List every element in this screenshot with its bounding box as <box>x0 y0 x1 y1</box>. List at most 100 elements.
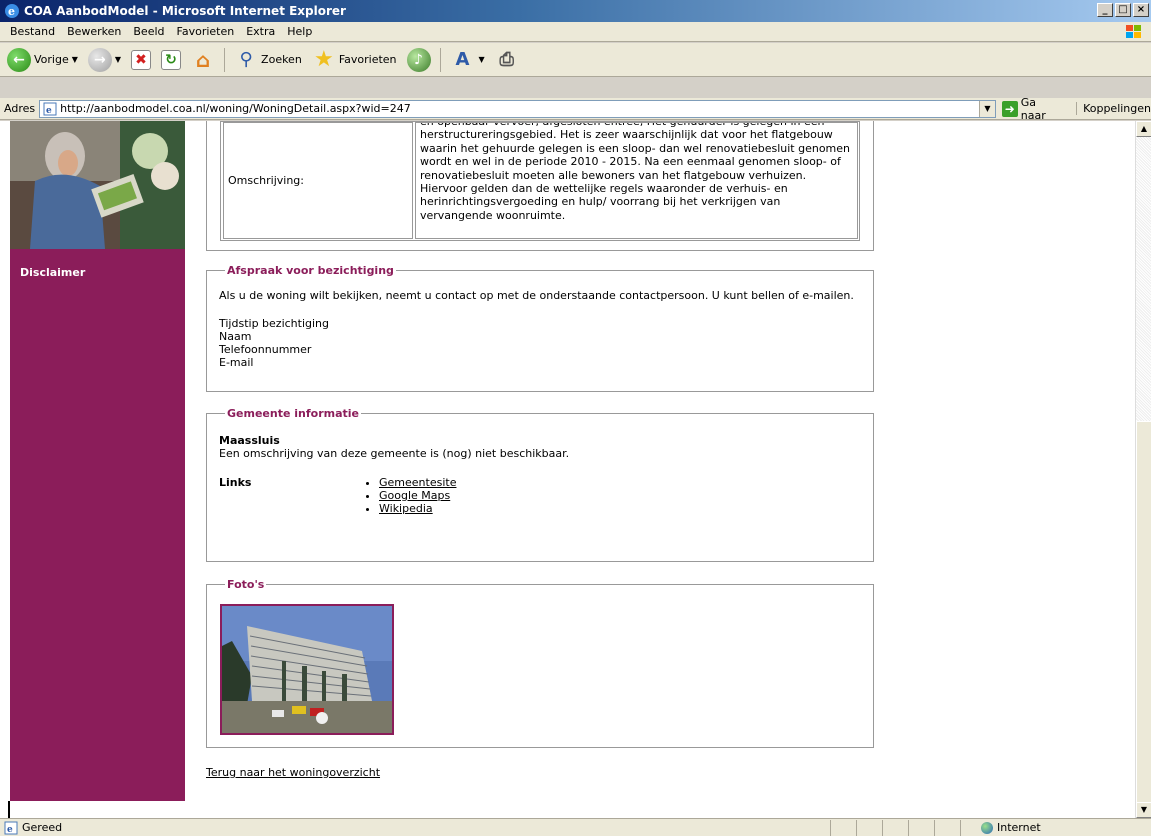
link-wikipedia[interactable]: Wikipedia <box>379 502 433 515</box>
go-button[interactable]: ➜ Ga naar <box>1001 95 1064 122</box>
left-border <box>8 801 10 818</box>
list-item: Wikipedia <box>379 502 861 515</box>
printer-icon: ⎙ <box>499 49 514 70</box>
disclaimer-link[interactable]: Disclaimer <box>20 266 85 279</box>
home-icon: ⌂ <box>195 47 211 72</box>
municipality-section: Gemeente informatie Maassluis Een omschr… <box>206 407 874 562</box>
menu-bestand[interactable]: Bestand <box>4 25 61 38</box>
field-email: E-mail <box>219 356 254 369</box>
chevron-down-icon[interactable]: ▼ <box>479 55 485 64</box>
field-telefoon: Telefoonnummer <box>219 343 312 356</box>
page-viewport: Disclaimer Omschrijving: en openbaar ver… <box>0 121 1151 818</box>
window-title: COA AanbodModel - Microsoft Internet Exp… <box>24 4 346 18</box>
scroll-up-button[interactable]: ▲ <box>1136 121 1151 137</box>
municipality-description: Een omschrijving van deze gemeente is (n… <box>219 447 570 460</box>
address-label: Adres <box>4 102 36 115</box>
stop-icon: ✖ <box>131 49 152 70</box>
menu-help[interactable]: Help <box>281 25 318 38</box>
title-bar: e COA AanbodModel - Microsoft Internet E… <box>0 0 1151 22</box>
back-to-overview-link[interactable]: Terug naar het woningoverzicht <box>206 766 380 779</box>
refresh-icon: ↻ <box>161 49 182 70</box>
refresh-button[interactable]: ↻ <box>158 48 184 72</box>
font-size-button[interactable]: A ▼ <box>447 46 488 74</box>
menu-extra[interactable]: Extra <box>240 25 281 38</box>
menu-bewerken[interactable]: Bewerken <box>61 25 127 38</box>
forward-button[interactable]: → ▼ <box>85 46 124 74</box>
description-label: Omschrijving: <box>223 122 413 239</box>
chevron-down-icon[interactable]: ▼ <box>72 55 78 64</box>
go-arrow-icon: ➜ <box>1001 100 1018 117</box>
status-left: e Gereed <box>0 821 830 835</box>
links-list: Gemeentesite Google Maps Wikipedia <box>379 476 861 515</box>
back-button[interactable]: ← Vorige ▼ <box>4 46 81 74</box>
home-button[interactable]: ⌂ <box>188 47 218 73</box>
menu-beeld[interactable]: Beeld <box>127 25 170 38</box>
print-button[interactable]: ⎙ <box>492 46 522 74</box>
list-item: Gemeentesite <box>379 476 861 489</box>
scroll-thumb[interactable] <box>1136 421 1151 811</box>
address-dropdown-button[interactable]: ▼ <box>978 100 995 117</box>
page-ie-icon: e <box>43 102 57 116</box>
globe-icon <box>981 821 993 834</box>
field-naam: Naam <box>219 330 252 343</box>
search-icon: ⚲ <box>239 49 253 70</box>
font-size-icon: A <box>455 49 470 70</box>
stop-button[interactable]: ✖ <box>128 48 154 72</box>
list-item: Google Maps <box>379 489 861 502</box>
status-pane <box>830 819 856 836</box>
close-button[interactable]: × <box>1133 3 1149 17</box>
sidebar-photo <box>10 121 185 249</box>
toolbar: ← Vorige ▼ → ▼ ✖ ↻ ⌂ ⚲ Zoeken ★ Favoriet… <box>0 43 1151 77</box>
toolbar-separator <box>224 47 226 72</box>
star-icon: ★ <box>313 47 334 72</box>
status-pane <box>882 819 908 836</box>
status-pane <box>934 819 960 836</box>
menu-bar: Bestand Bewerken Beeld Favorieten Extra … <box>0 22 1151 42</box>
search-label: Zoeken <box>261 53 302 66</box>
viewing-legend: Afspraak voor bezichtiging <box>227 264 394 277</box>
status-pane <box>856 819 882 836</box>
favorites-button[interactable]: ★ Favorieten <box>309 46 400 74</box>
description-cell: en openbaar vervoer, afgesloten entree, … <box>415 122 858 239</box>
zone-label: Internet <box>997 821 1041 834</box>
media-button[interactable]: ♪ <box>404 46 434 74</box>
description-table: Omschrijving: en openbaar vervoer, afges… <box>220 121 860 241</box>
svg-text:e: e <box>8 5 15 18</box>
link-google-maps[interactable]: Google Maps <box>379 489 450 502</box>
window-controls: _ □ × <box>1097 3 1149 17</box>
address-input[interactable]: e http://aanbodmodel.coa.nl/woning/Wonin… <box>39 99 996 118</box>
svg-text:e: e <box>46 106 52 116</box>
status-pane <box>908 819 934 836</box>
address-url: http://aanbodmodel.coa.nl/woning/WoningD… <box>60 102 411 115</box>
forward-arrow-icon: → <box>87 47 112 72</box>
security-zone: Internet <box>960 819 1041 836</box>
links-toolbar-button[interactable]: Koppelingen <box>1076 102 1151 115</box>
minimize-button[interactable]: _ <box>1097 3 1113 17</box>
maximize-button[interactable]: □ <box>1115 3 1131 17</box>
chevron-down-icon[interactable]: ▼ <box>115 55 121 64</box>
scroll-down-button[interactable]: ▼ <box>1136 802 1151 818</box>
status-bar: e Gereed Internet <box>0 818 1151 836</box>
toolbar-separator <box>439 47 441 72</box>
svg-text:e: e <box>7 825 13 835</box>
favorites-label: Favorieten <box>338 53 397 66</box>
search-button[interactable]: ⚲ Zoeken <box>231 46 305 74</box>
vertical-scrollbar[interactable]: ▲ ▼ <box>1135 121 1151 818</box>
municipality-name: Maassluis <box>219 434 280 447</box>
link-gemeentesite[interactable]: Gemeentesite <box>379 476 456 489</box>
building-photo[interactable] <box>220 604 394 735</box>
status-text: Gereed <box>22 821 63 834</box>
description-text: en openbaar vervoer, afgesloten entree, … <box>420 123 851 222</box>
municipality-legend: Gemeente informatie <box>227 407 359 420</box>
photos-legend: Foto's <box>227 578 265 591</box>
viewing-section: Afspraak voor bezichtiging Als u de woni… <box>206 264 874 392</box>
windows-flag-icon <box>1126 25 1141 38</box>
page-ie-icon: e <box>4 821 18 835</box>
sidebar: Disclaimer <box>10 121 185 801</box>
go-label: Ga naar <box>1020 95 1046 122</box>
menu-favorieten[interactable]: Favorieten <box>171 25 241 38</box>
address-bar: Adres e http://aanbodmodel.coa.nl/woning… <box>0 95 1151 122</box>
ie-logo-icon: e <box>5 4 19 18</box>
viewing-intro: Als u de woning wilt bekijken, neemt u c… <box>219 289 854 302</box>
back-arrow-icon: ← <box>7 47 31 72</box>
